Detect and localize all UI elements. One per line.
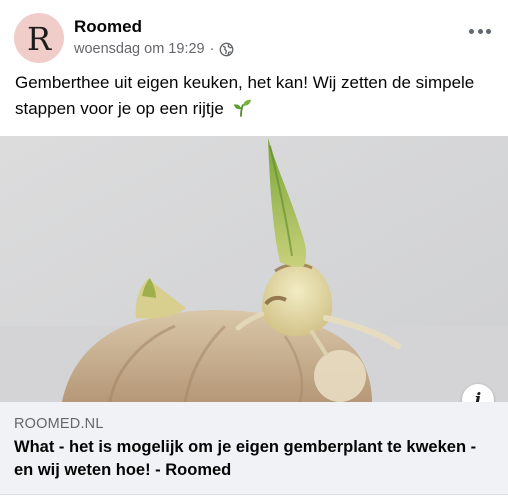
more-options-button[interactable] (466, 21, 494, 41)
post-text: Gemberthee uit eigen keuken, het kan! Wi… (15, 70, 495, 122)
more-horizontal-icon (469, 28, 474, 34)
post-meta: woensdag om 19:29 · (74, 41, 234, 57)
meta-separator: · (209, 41, 215, 57)
seedling-icon (233, 99, 251, 117)
divider (0, 494, 508, 495)
link-preview-image[interactable] (0, 136, 508, 402)
globe-icon[interactable] (219, 42, 234, 57)
avatar-letter: R (26, 19, 52, 58)
page-name[interactable]: Roomed (74, 17, 142, 37)
link-preview-card[interactable]: i ROOMED.NL What - het is mogelijk om je… (0, 136, 508, 494)
link-preview-meta[interactable]: ROOMED.NL What - het is mogelijk om je e… (0, 402, 508, 494)
avatar[interactable]: R (14, 13, 64, 63)
link-title[interactable]: What - het is mogelijk om je eigen gembe… (14, 436, 498, 482)
post-timestamp[interactable]: woensdag om 19:29 (74, 41, 205, 57)
post-header: R Roomed woensdag om 19:29 · (14, 13, 494, 63)
link-domain: ROOMED.NL (14, 416, 104, 432)
